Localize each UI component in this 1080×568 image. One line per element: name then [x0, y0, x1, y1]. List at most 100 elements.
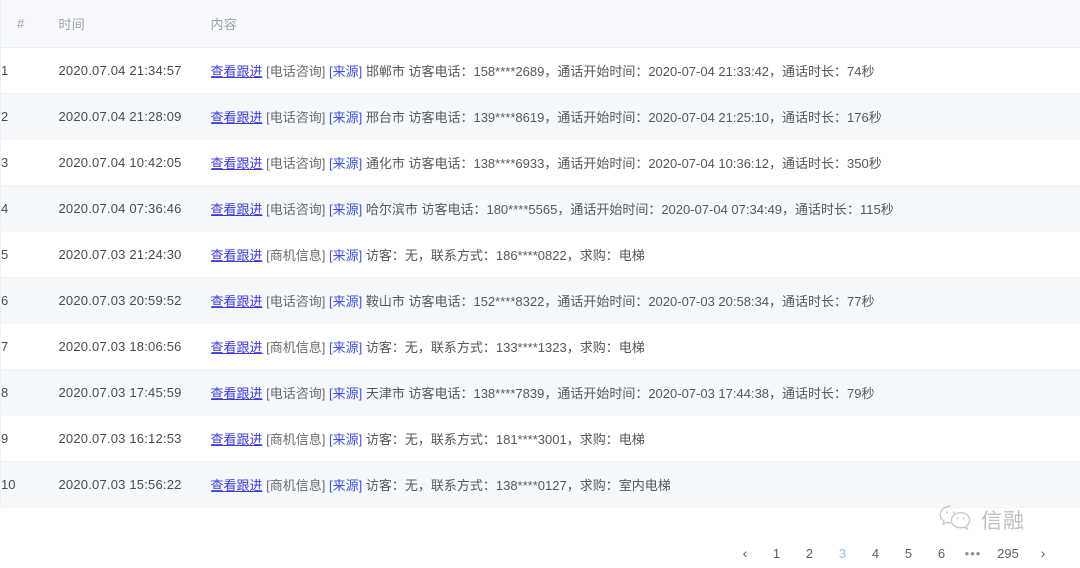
pagination-page-4[interactable]: 4 — [859, 540, 892, 568]
row-index: 9 — [0, 415, 59, 462]
record-type-tag: [电话咨询] — [266, 294, 326, 309]
table-header-row: # 时间 内容 — [0, 0, 1080, 48]
row-timestamp: 2020.07.03 17:45:59 — [58, 369, 211, 416]
row-timestamp: 2020.07.03 16:12:53 — [58, 415, 211, 462]
pagination: ‹ 1 2 3 4 5 6 ••• 295 › — [0, 540, 1080, 568]
row-index: 2 — [0, 93, 59, 140]
row-index: 10 — [0, 461, 59, 508]
row-index: 7 — [0, 323, 59, 370]
view-follow-up-link[interactable]: 查看跟进 — [211, 64, 263, 79]
record-detail-text: 访客：无，联系方式：133****1323，求购：电梯 — [365, 340, 645, 355]
record-detail-text: 通化市 访客电话：138****6933，通话开始时间：2020-07-04 1… — [365, 156, 882, 171]
view-follow-up-link[interactable]: 查看跟进 — [211, 294, 263, 309]
table-row[interactable]: 7 2020.07.03 18:06:56 查看跟进 [商机信息] [来源] 访… — [0, 323, 1080, 370]
view-follow-up-link[interactable]: 查看跟进 — [211, 432, 263, 447]
column-header-time: 时间 — [58, 0, 211, 48]
pagination-page-5[interactable]: 5 — [892, 540, 925, 568]
pagination-last-page[interactable]: 295 — [988, 540, 1028, 568]
pagination-page-6[interactable]: 6 — [925, 540, 958, 568]
record-type-tag: [商机信息] — [266, 432, 326, 447]
pagination-page-3[interactable]: 3 — [826, 540, 859, 568]
row-timestamp: 2020.07.04 07:36:46 — [58, 185, 211, 232]
row-timestamp: 2020.07.04 21:34:57 — [58, 47, 211, 94]
record-detail-text: 访客：无，联系方式：186****0822，求购：电梯 — [365, 248, 645, 263]
table-header: # 时间 内容 — [0, 0, 1080, 48]
record-detail-text: 天津市 访客电话：138****7839，通话开始时间：2020-07-03 1… — [365, 386, 875, 401]
record-detail-text: 访客：无，联系方式：138****0127，求购：室内电梯 — [365, 478, 671, 493]
source-tag-link[interactable]: [来源] — [329, 478, 362, 493]
view-follow-up-link[interactable]: 查看跟进 — [211, 248, 263, 263]
source-tag-link[interactable]: [来源] — [329, 202, 362, 217]
row-content: 查看跟进 [电话咨询] [来源] 哈尔滨市 访客电话：180****5565，通… — [210, 185, 1080, 232]
record-type-tag: [电话咨询] — [266, 202, 326, 217]
row-timestamp: 2020.07.04 10:42:05 — [58, 139, 211, 186]
table-body: 1 2020.07.04 21:34:57 查看跟进 [电话咨询] [来源] 邯… — [0, 47, 1080, 508]
row-content: 查看跟进 [商机信息] [来源] 访客：无，联系方式：186****0822，求… — [210, 231, 1080, 278]
table-row[interactable]: 6 2020.07.03 20:59:52 查看跟进 [电话咨询] [来源] 鞍… — [0, 277, 1080, 324]
view-follow-up-link[interactable]: 查看跟进 — [211, 202, 263, 217]
follow-up-record-table: # 时间 内容 1 2020.07.04 21:34:57 查看跟进 [电话咨询… — [0, 0, 1080, 508]
watermark-brand-text: 信融 — [981, 508, 1025, 533]
record-list-page: # 时间 内容 1 2020.07.04 21:34:57 查看跟进 [电话咨询… — [0, 0, 1080, 568]
table-row[interactable]: 10 2020.07.03 15:56:22 查看跟进 [商机信息] [来源] … — [0, 461, 1080, 508]
source-tag-link[interactable]: [来源] — [329, 386, 362, 401]
record-type-tag: [电话咨询] — [266, 64, 326, 79]
column-header-content: 内容 — [210, 0, 1080, 48]
table-row[interactable]: 4 2020.07.04 07:36:46 查看跟进 [电话咨询] [来源] 哈… — [0, 185, 1080, 232]
pagination-prev-button[interactable]: ‹ — [730, 540, 760, 568]
source-tag-link[interactable]: [来源] — [329, 294, 362, 309]
row-index: 1 — [0, 47, 59, 94]
record-detail-text: 邯郸市 访客电话：158****2689，通话开始时间：2020-07-04 2… — [365, 64, 875, 79]
row-content: 查看跟进 [电话咨询] [来源] 邯郸市 访客电话：158****2689，通话… — [210, 47, 1080, 94]
source-tag-link[interactable]: [来源] — [329, 248, 362, 263]
row-content: 查看跟进 [商机信息] [来源] 访客：无，联系方式：181****3001，求… — [210, 415, 1080, 462]
table-row[interactable]: 2 2020.07.04 21:28:09 查看跟进 [电话咨询] [来源] 邢… — [0, 93, 1080, 140]
source-tag-link[interactable]: [来源] — [329, 432, 362, 447]
pagination-next-button[interactable]: › — [1028, 540, 1058, 568]
row-timestamp: 2020.07.03 18:06:56 — [58, 323, 211, 370]
view-follow-up-link[interactable]: 查看跟进 — [211, 156, 263, 171]
row-index: 6 — [0, 277, 59, 324]
record-detail-text: 鞍山市 访客电话：152****8322，通话开始时间：2020-07-03 2… — [365, 294, 875, 309]
row-index: 3 — [0, 139, 59, 186]
row-content: 查看跟进 [电话咨询] [来源] 天津市 访客电话：138****7839，通话… — [210, 369, 1080, 416]
record-type-tag: [电话咨询] — [266, 156, 326, 171]
row-timestamp: 2020.07.03 20:59:52 — [58, 277, 211, 324]
record-type-tag: [商机信息] — [266, 478, 326, 493]
row-timestamp: 2020.07.03 21:24:30 — [58, 231, 211, 278]
row-content: 查看跟进 [电话咨询] [来源] 邢台市 访客电话：139****8619，通话… — [210, 93, 1080, 140]
row-content: 查看跟进 [商机信息] [来源] 访客：无，联系方式：133****1323，求… — [210, 323, 1080, 370]
table-row[interactable]: 8 2020.07.03 17:45:59 查看跟进 [电话咨询] [来源] 天… — [0, 369, 1080, 416]
source-tag-link[interactable]: [来源] — [329, 340, 362, 355]
pagination-page-1[interactable]: 1 — [760, 540, 793, 568]
row-index: 8 — [0, 369, 59, 416]
view-follow-up-link[interactable]: 查看跟进 — [211, 478, 263, 493]
table-row[interactable]: 1 2020.07.04 21:34:57 查看跟进 [电话咨询] [来源] 邯… — [0, 47, 1080, 94]
row-content: 查看跟进 [商机信息] [来源] 访客：无，联系方式：138****0127，求… — [210, 461, 1080, 508]
record-detail-text: 访客：无，联系方式：181****3001，求购：电梯 — [365, 432, 645, 447]
view-follow-up-link[interactable]: 查看跟进 — [211, 340, 263, 355]
source-tag-link[interactable]: [来源] — [329, 110, 362, 125]
view-follow-up-link[interactable]: 查看跟进 — [211, 110, 263, 125]
record-detail-text: 邢台市 访客电话：139****8619，通话开始时间：2020-07-04 2… — [365, 110, 882, 125]
record-detail-text: 哈尔滨市 访客电话：180****5565，通话开始时间：2020-07-04 … — [365, 202, 894, 217]
row-timestamp: 2020.07.04 21:28:09 — [58, 93, 211, 140]
pagination-ellipsis[interactable]: ••• — [958, 540, 988, 568]
column-header-index: # — [0, 0, 59, 48]
row-content: 查看跟进 [电话咨询] [来源] 通化市 访客电话：138****6933，通话… — [210, 139, 1080, 186]
row-index: 5 — [0, 231, 59, 278]
table-row[interactable]: 3 2020.07.04 10:42:05 查看跟进 [电话咨询] [来源] 通… — [0, 139, 1080, 186]
table-row[interactable]: 9 2020.07.03 16:12:53 查看跟进 [商机信息] [来源] 访… — [0, 415, 1080, 462]
source-tag-link[interactable]: [来源] — [329, 64, 362, 79]
row-timestamp: 2020.07.03 15:56:22 — [58, 461, 211, 508]
record-type-tag: [商机信息] — [266, 248, 326, 263]
table-row[interactable]: 5 2020.07.03 21:24:30 查看跟进 [商机信息] [来源] 访… — [0, 231, 1080, 278]
row-content: 查看跟进 [电话咨询] [来源] 鞍山市 访客电话：152****8322，通话… — [210, 277, 1080, 324]
source-tag-link[interactable]: [来源] — [329, 156, 362, 171]
row-index: 4 — [0, 185, 59, 232]
view-follow-up-link[interactable]: 查看跟进 — [211, 386, 263, 401]
record-type-tag: [电话咨询] — [266, 386, 326, 401]
record-type-tag: [电话咨询] — [266, 110, 326, 125]
pagination-page-2[interactable]: 2 — [793, 540, 826, 568]
record-type-tag: [商机信息] — [266, 340, 326, 355]
